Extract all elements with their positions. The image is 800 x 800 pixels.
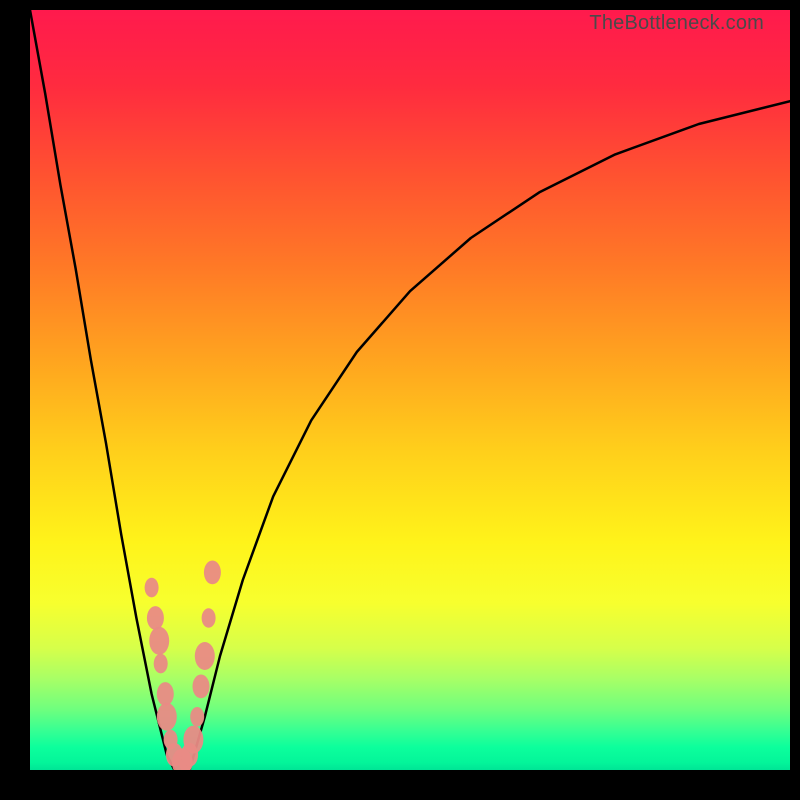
marker-dot [204,561,221,585]
marker-dot [157,682,174,706]
marker-dot [190,707,204,727]
watermark-text: TheBottleneck.com [589,12,764,35]
series-right-branch [190,101,790,770]
marker-dot [157,703,177,731]
marker-layer [145,561,221,771]
curve-layer [30,10,790,770]
marker-dot [202,608,216,628]
marker-dot [154,654,168,674]
marker-dot [149,627,169,655]
marker-dot [183,726,203,754]
chart-svg [30,10,790,770]
chart-frame: TheBottleneck.com [0,0,800,800]
marker-dot [195,642,215,670]
marker-dot [193,675,210,699]
plot-area [30,10,790,770]
marker-dot [145,578,159,598]
series-left-branch [30,10,174,770]
marker-dot [147,606,164,630]
